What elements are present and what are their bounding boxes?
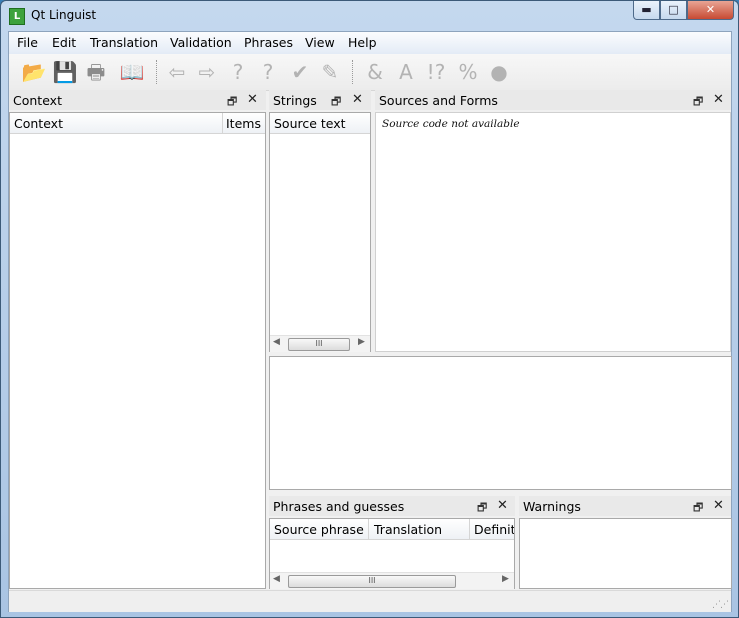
close-window-button[interactable]: ✕: [687, 1, 734, 20]
strings-hscrollbar[interactable]: ◀ III ▶: [270, 335, 370, 352]
place-marker-icon[interactable]: %: [455, 59, 481, 85]
phrases-dock-label: Phrases and guesses: [273, 499, 405, 514]
size-grip-icon[interactable]: ⋰⋰: [712, 600, 729, 610]
next-unfinished-icon[interactable]: ?: [255, 59, 281, 85]
accelerators-icon[interactable]: &: [362, 59, 388, 85]
menu-view[interactable]: View: [305, 35, 335, 50]
source-unavailable-message: Source code not available: [382, 118, 520, 130]
phrase-match-icon[interactable]: !?: [423, 59, 449, 85]
context-dock-title[interactable]: Context 🗗 ✕: [9, 90, 266, 110]
scroll-thumb[interactable]: III: [288, 575, 456, 588]
float-icon[interactable]: 🗗: [227, 93, 237, 112]
context-header: Context Items: [10, 113, 265, 134]
warnings-dock-label: Warnings: [523, 499, 581, 514]
float-icon[interactable]: 🗗: [331, 93, 341, 112]
strings-header: Source text: [270, 113, 370, 134]
sources-dock-title[interactable]: Sources and Forms 🗗 ✕: [375, 90, 731, 110]
menu-edit[interactable]: Edit: [52, 35, 76, 50]
scroll-left-icon[interactable]: ◀: [273, 574, 280, 584]
strings-dock-title[interactable]: Strings 🗗 ✕: [269, 90, 371, 110]
maximize-button[interactable]: □: [660, 1, 687, 20]
scroll-right-icon[interactable]: ▶: [358, 337, 365, 347]
title-bar[interactable]: L Qt Linguist ▬ □ ✕: [1, 1, 738, 31]
qt-linguist-app-icon: L: [9, 8, 25, 25]
column-translation[interactable]: Translation: [374, 522, 442, 537]
main-area: File Edit Translation Validation Phrases…: [8, 31, 732, 612]
close-icon[interactable]: ✕: [352, 92, 363, 107]
next-icon[interactable]: ⇨: [194, 59, 220, 85]
close-icon[interactable]: ✕: [713, 92, 724, 107]
scroll-thumb[interactable]: III: [288, 338, 350, 351]
phrases-hscrollbar[interactable]: ◀ III ▶: [270, 572, 514, 589]
warnings-dock-title[interactable]: Warnings 🗗 ✕: [519, 496, 731, 516]
strings-dock-label: Strings: [273, 93, 317, 108]
phrasebook-icon[interactable]: 📖: [119, 59, 145, 85]
sources-view[interactable]: Source code not available: [375, 112, 731, 352]
menu-validation[interactable]: Validation: [170, 35, 232, 50]
open-icon[interactable]: 📂: [21, 59, 47, 85]
close-icon[interactable]: ✕: [497, 498, 508, 513]
strings-list[interactable]: Source text ◀ III ▶: [269, 112, 371, 352]
close-icon[interactable]: ✕: [247, 92, 258, 107]
phrases-list[interactable]: Source phrase Translation Definiti ◀ III…: [269, 518, 515, 589]
window-title: Qt Linguist: [31, 8, 97, 22]
menu-translation[interactable]: Translation: [90, 35, 158, 50]
menu-file[interactable]: File: [17, 35, 38, 50]
float-icon[interactable]: 🗗: [693, 93, 703, 112]
app-window: L Qt Linguist ▬ □ ✕ File Edit Translatio…: [0, 0, 739, 618]
menu-phrases[interactable]: Phrases: [244, 35, 293, 50]
menu-help[interactable]: Help: [348, 35, 377, 50]
column-source-phrase[interactable]: Source phrase: [274, 522, 364, 537]
column-source-text[interactable]: Source text: [274, 116, 346, 131]
warnings-list[interactable]: [519, 518, 732, 589]
surrounding-whitespace-icon[interactable]: ●: [486, 59, 512, 85]
column-items[interactable]: Items: [226, 116, 261, 131]
phrases-header: Source phrase Translation Definiti: [270, 519, 514, 540]
done-icon[interactable]: ✎: [317, 59, 343, 85]
float-icon[interactable]: 🗗: [693, 499, 703, 518]
menu-bar: File Edit Translation Validation Phrases…: [9, 32, 731, 55]
close-icon[interactable]: ✕: [713, 498, 724, 513]
prev-icon[interactable]: ⇦: [164, 59, 190, 85]
done-next-icon[interactable]: ✔: [287, 59, 313, 85]
column-context[interactable]: Context: [14, 116, 63, 131]
ending-punctuation-icon[interactable]: A: [393, 59, 419, 85]
context-list[interactable]: Context Items: [9, 112, 266, 589]
phrases-dock-title[interactable]: Phrases and guesses 🗗 ✕: [269, 496, 515, 516]
scroll-right-icon[interactable]: ▶: [502, 574, 509, 584]
save-icon[interactable]: 💾: [52, 59, 78, 85]
status-bar: ⋰⋰: [9, 590, 731, 612]
float-icon[interactable]: 🗗: [477, 499, 487, 518]
prev-unfinished-icon[interactable]: ?: [225, 59, 251, 85]
context-dock-label: Context: [13, 93, 62, 108]
translation-editor[interactable]: [269, 356, 732, 490]
toolbar: 📂 💾 🖶 📖 ⇦ ⇨ ? ? ✔ ✎ & A !? % ●: [9, 54, 731, 91]
minimize-button[interactable]: ▬: [633, 1, 660, 20]
column-definition[interactable]: Definiti: [474, 522, 514, 537]
scroll-left-icon[interactable]: ◀: [273, 337, 280, 347]
sources-dock-label: Sources and Forms: [379, 93, 498, 108]
print-icon[interactable]: 🖶: [83, 59, 109, 85]
